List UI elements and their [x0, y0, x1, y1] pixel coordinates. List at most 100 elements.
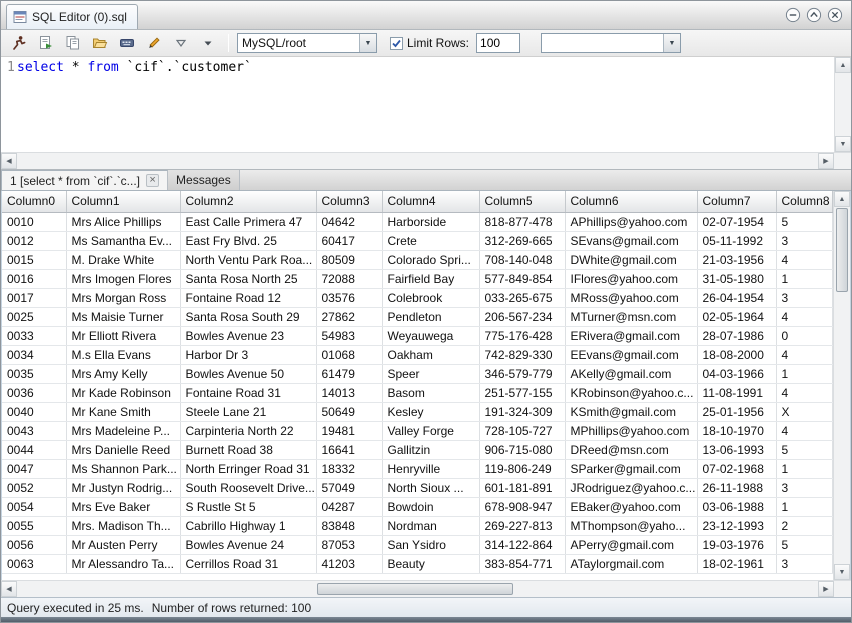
table-row[interactable]: 0025Ms Maisie TurnerSanta Rosa South 292… [2, 307, 833, 326]
table-cell[interactable]: 80509 [316, 250, 382, 269]
secondary-select[interactable]: ▼ [541, 33, 681, 53]
table-cell[interactable]: EBaker@yahoo.com [565, 497, 697, 516]
table-cell[interactable]: Mrs Amy Kelly [66, 364, 180, 383]
table-cell[interactable]: 72088 [316, 269, 382, 288]
table-cell[interactable]: 708-140-048 [479, 250, 565, 269]
table-cell[interactable]: Crete [382, 231, 479, 250]
statement-dropdown-button[interactable] [169, 32, 193, 54]
result-tab[interactable]: 1 [select * from `cif`.`c...] × [1, 170, 168, 190]
limit-rows-input[interactable] [476, 33, 520, 53]
table-row[interactable]: 0052Mr Justyn Rodrig...South Roosevelt D… [2, 478, 833, 497]
table-cell[interactable]: 0010 [2, 212, 66, 231]
table-cell[interactable]: 03-06-1988 [697, 497, 776, 516]
edit-button[interactable] [142, 32, 166, 54]
table-cell[interactable]: 5 [776, 212, 833, 231]
table-cell[interactable]: Mrs Madeleine P... [66, 421, 180, 440]
table-cell[interactable]: 2 [776, 516, 833, 535]
table-cell[interactable]: 191-324-309 [479, 402, 565, 421]
table-cell[interactable]: 0033 [2, 326, 66, 345]
table-row[interactable]: 0063Mr Alessandro Ta...Cerrillos Road 31… [2, 554, 833, 573]
table-cell[interactable]: 31-05-1980 [697, 269, 776, 288]
table-cell[interactable]: Mr Kane Smith [66, 402, 180, 421]
table-cell[interactable]: DReed@msn.com [565, 440, 697, 459]
table-cell[interactable]: MRoss@yahoo.com [565, 288, 697, 307]
table-cell[interactable]: Ms Samantha Ev... [66, 231, 180, 250]
results-vscroll-thumb[interactable] [836, 208, 848, 292]
table-cell[interactable]: 87053 [316, 535, 382, 554]
table-cell[interactable]: 906-715-080 [479, 440, 565, 459]
table-cell[interactable]: 23-12-1993 [697, 516, 776, 535]
table-cell[interactable]: 312-269-665 [479, 231, 565, 250]
table-cell[interactable]: 4 [776, 250, 833, 269]
table-cell[interactable]: SEvans@gmail.com [565, 231, 697, 250]
table-cell[interactable]: Speer [382, 364, 479, 383]
table-cell[interactable]: 02-07-1954 [697, 212, 776, 231]
table-row[interactable]: 0040Mr Kane SmithSteele Lane 2150649Kesl… [2, 402, 833, 421]
table-cell[interactable]: 26-11-1988 [697, 478, 776, 497]
table-cell[interactable]: 0015 [2, 250, 66, 269]
table-cell[interactable]: 41203 [316, 554, 382, 573]
table-cell[interactable]: Colebrook [382, 288, 479, 307]
scroll-right-icon[interactable]: ▶ [818, 581, 834, 597]
table-row[interactable]: 0055Mrs. Madison Th...Cabrillo Highway 1… [2, 516, 833, 535]
table-row[interactable]: 0017Mrs Morgan RossFontaine Road 1203576… [2, 288, 833, 307]
editor-vertical-scrollbar[interactable]: ▲ ▼ [834, 57, 851, 152]
close-button[interactable] [827, 7, 843, 23]
table-cell[interactable]: Weyauwega [382, 326, 479, 345]
table-cell[interactable]: 269-227-813 [479, 516, 565, 535]
table-cell[interactable]: MTurner@msn.com [565, 307, 697, 326]
table-cell[interactable]: Cerrillos Road 31 [180, 554, 316, 573]
table-row[interactable]: 0015M. Drake WhiteNorth Ventu Park Roa..… [2, 250, 833, 269]
table-cell[interactable]: 3 [776, 478, 833, 497]
table-cell[interactable]: S Rustle St 5 [180, 497, 316, 516]
results-horizontal-scrollbar[interactable]: ◀ ▶ [1, 580, 851, 597]
table-cell[interactable]: North Ventu Park Roa... [180, 250, 316, 269]
table-row[interactable]: 0034M.s Ella EvansHarbor Dr 301068Oakham… [2, 345, 833, 364]
table-cell[interactable]: 3 [776, 231, 833, 250]
table-cell[interactable]: Harborside [382, 212, 479, 231]
table-cell[interactable]: Cabrillo Highway 1 [180, 516, 316, 535]
table-row[interactable]: 0056Mr Austen PerryBowles Avenue 2487053… [2, 535, 833, 554]
table-cell[interactable]: 01068 [316, 345, 382, 364]
table-cell[interactable]: 05-11-1992 [697, 231, 776, 250]
scroll-up-icon[interactable]: ▲ [835, 57, 851, 73]
table-cell[interactable]: DWhite@gmail.com [565, 250, 697, 269]
table-cell[interactable]: IFlores@yahoo.com [565, 269, 697, 288]
table-cell[interactable]: Colorado Spri... [382, 250, 479, 269]
table-cell[interactable]: 11-08-1991 [697, 383, 776, 402]
table-cell[interactable]: KSmith@gmail.com [565, 402, 697, 421]
code-line[interactable]: select * from `cif`.`customer` [17, 59, 252, 76]
table-cell[interactable]: 5 [776, 440, 833, 459]
close-icon[interactable]: × [146, 174, 159, 187]
table-cell[interactable]: 21-03-1956 [697, 250, 776, 269]
table-cell[interactable]: 0016 [2, 269, 66, 288]
table-cell[interactable]: Fontaine Road 12 [180, 288, 316, 307]
table-cell[interactable]: 119-806-249 [479, 459, 565, 478]
table-cell[interactable]: 0043 [2, 421, 66, 440]
table-cell[interactable]: MPhillips@yahoo.com [565, 421, 697, 440]
table-cell[interactable]: 0047 [2, 459, 66, 478]
table-cell[interactable]: 0034 [2, 345, 66, 364]
table-cell[interactable]: 818-877-478 [479, 212, 565, 231]
table-cell[interactable]: 346-579-779 [479, 364, 565, 383]
table-cell[interactable]: 4 [776, 307, 833, 326]
table-cell[interactable]: Oakham [382, 345, 479, 364]
run-sql-button[interactable] [7, 32, 31, 54]
results-vertical-scrollbar[interactable]: ▲ ▼ [833, 191, 850, 580]
table-cell[interactable]: 0054 [2, 497, 66, 516]
scroll-left-icon[interactable]: ◀ [1, 153, 17, 169]
table-cell[interactable]: 0063 [2, 554, 66, 573]
table-cell[interactable]: MThompson@yaho... [565, 516, 697, 535]
table-row[interactable]: 0035Mrs Amy KellyBowles Avenue 5061479Sp… [2, 364, 833, 383]
table-cell[interactable]: 0052 [2, 478, 66, 497]
editor-hscroll-track[interactable] [17, 153, 818, 169]
sql-history-button[interactable] [88, 32, 112, 54]
table-cell[interactable]: East Fry Blvd. 25 [180, 231, 316, 250]
table-cell[interactable]: 742-829-330 [479, 345, 565, 364]
table-cell[interactable]: Bowles Avenue 24 [180, 535, 316, 554]
table-cell[interactable]: Fontaine Road 31 [180, 383, 316, 402]
table-cell[interactable]: Santa Rosa South 29 [180, 307, 316, 326]
table-cell[interactable]: 50649 [316, 402, 382, 421]
table-cell[interactable]: Pendleton [382, 307, 479, 326]
table-cell[interactable]: 5 [776, 535, 833, 554]
